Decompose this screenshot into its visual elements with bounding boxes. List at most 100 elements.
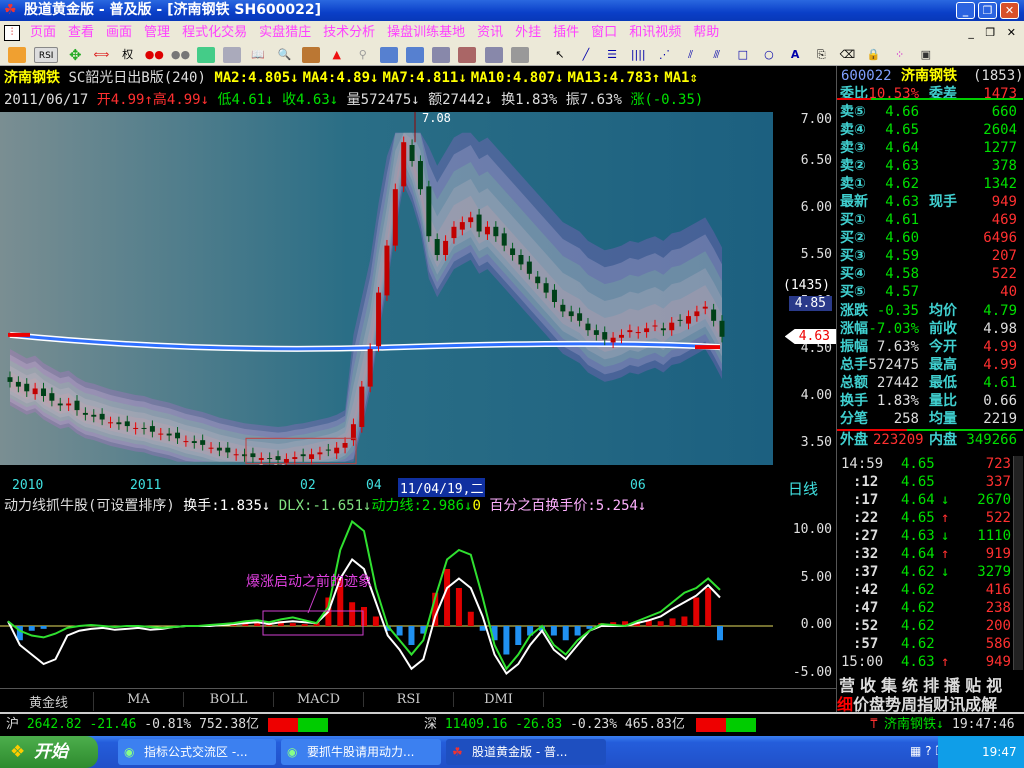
menu-item[interactable]: 插件 [547, 21, 585, 44]
indicator-tab[interactable]: BOLL [184, 692, 274, 707]
menu-item[interactable]: 帮助 [687, 21, 725, 44]
task-gudao[interactable]: ☘ 股道黄金版 - 普... [446, 739, 606, 765]
histogram-bar [669, 618, 676, 626]
indicator-chart[interactable]: 爆涨启动之前的迹象 [0, 518, 773, 688]
tick-scrollbar[interactable] [1013, 456, 1023, 670]
window1-icon[interactable] [432, 47, 451, 63]
outer-volume: 223209 [873, 432, 924, 448]
open-icon[interactable] [8, 47, 26, 63]
price-chart[interactable]: 7.083.28 [0, 106, 773, 477]
channel-tool-icon[interactable]: ⫻ [708, 47, 726, 63]
histogram-bar [503, 626, 510, 655]
tick-volume: 238 [985, 600, 1011, 616]
sh-breadth-bar [268, 718, 328, 732]
tick-price: 4.62 [901, 582, 935, 598]
lion-icon[interactable] [301, 47, 320, 63]
period-label: 日线 [788, 480, 819, 498]
row-value: 4.63 [885, 194, 919, 210]
move-icon[interactable]: ✥ [66, 47, 84, 63]
mdi-controls[interactable]: _ ❐ ✕ [968, 21, 1020, 44]
indicator-tab[interactable]: MACD [274, 692, 364, 707]
tick-time: 14:59 [841, 456, 884, 472]
indicator-tab[interactable]: MA [94, 692, 184, 707]
candle-body [309, 454, 315, 459]
ellipse-tool-icon[interactable]: ○ [760, 47, 778, 63]
candle-body [32, 388, 38, 395]
book-icon[interactable]: 📖 [249, 47, 267, 63]
tick-row: :22 4.65 ↑ 522 [837, 510, 1023, 526]
stat-row: 涨幅 -7.03% 前收 4.98 [837, 321, 1023, 337]
menu-item[interactable]: 画面 [100, 21, 138, 44]
app-menu-icon[interactable]: ⫶ [4, 24, 20, 41]
task-formula-forum[interactable]: ◉ 指标公式交流区 -... [118, 739, 276, 765]
candle-body [510, 248, 516, 255]
menu-item[interactable]: 程式化交易 [176, 21, 253, 44]
window3-icon[interactable] [484, 47, 503, 63]
plug-icon[interactable]: ⚲ [354, 47, 372, 63]
vlines-tool-icon[interactable]: |||| [629, 47, 647, 63]
tick-volume: 337 [985, 474, 1011, 490]
save-icon[interactable]: ▣ [917, 47, 935, 63]
histogram-bar [289, 623, 296, 626]
tick-time: :32 [853, 546, 879, 562]
rsi-button[interactable]: RSI [34, 47, 59, 63]
menu-item[interactable]: 窗口 [585, 21, 623, 44]
lock-icon[interactable]: 🔒 [865, 47, 883, 63]
copy-icon[interactable] [223, 47, 242, 63]
menu-item[interactable]: 管理 [138, 21, 176, 44]
search-icon[interactable]: 🔍 [275, 47, 293, 63]
candle-body [618, 334, 624, 338]
row-value2: 40 [1000, 284, 1017, 300]
window2-icon[interactable] [458, 47, 477, 63]
menu-item[interactable]: 实盘猎庄 [253, 21, 317, 44]
grey-dots-icon[interactable]: ●● [171, 47, 190, 63]
candle-body [183, 441, 189, 443]
maximize-button[interactable]: ❐ [978, 2, 997, 19]
menu-item[interactable]: 操盘训练基地 [381, 21, 471, 44]
line-tool-icon[interactable]: ╱ [577, 47, 595, 63]
tick-price: 4.64 [901, 492, 935, 508]
histogram-bar [455, 588, 462, 626]
candle-body [434, 239, 440, 255]
layout-cols-icon[interactable] [406, 47, 425, 63]
menu-item[interactable]: 查看 [62, 21, 100, 44]
start-button[interactable]: ❖ 开始 [0, 736, 98, 768]
tick-arrow: ↓ [941, 492, 950, 508]
rights-button[interactable]: 权 [119, 47, 137, 63]
red-dots-icon[interactable]: ●● [145, 47, 164, 63]
alarm-icon[interactable]: ▲ [328, 47, 346, 63]
eraser-icon[interactable]: ⌫ [838, 47, 856, 63]
copy-format-icon[interactable]: ⎘ [812, 47, 830, 63]
row-value2: 2219 [983, 411, 1017, 427]
fan-tool-icon[interactable]: ⋰ [655, 47, 673, 63]
minimize-button[interactable]: _ [956, 2, 975, 19]
menu-item[interactable]: 外挂 [509, 21, 547, 44]
row-label: 卖④ [840, 122, 866, 138]
menu-item[interactable]: 技术分析 [317, 21, 381, 44]
menu-item[interactable]: 资讯 [471, 21, 509, 44]
indicator-tab[interactable]: 黄金线 [4, 692, 94, 711]
indicator-tab[interactable]: RSI [364, 692, 454, 707]
indicator-tab[interactable]: DMI [454, 692, 544, 707]
row-label: 涨幅 [840, 321, 868, 337]
row-value2: 349266 [966, 432, 1017, 448]
price-tick: 3.50 [800, 435, 832, 450]
sell-level-row: 卖④ 4.65 2604 [837, 122, 1023, 138]
stock-alert[interactable]: 济南钢铁↓ [884, 714, 944, 736]
menu-item[interactable]: 页面 [24, 21, 62, 44]
color-palette-icon[interactable]: ⁘ [891, 47, 909, 63]
pointer-icon[interactable]: ↖ [551, 47, 569, 63]
rect-tool-icon[interactable]: □ [734, 47, 752, 63]
layout-rows-icon[interactable] [379, 47, 398, 63]
fib-tool-icon[interactable]: ☰ [603, 47, 621, 63]
gann-tool-icon[interactable]: ⫽ [682, 47, 700, 63]
close-button[interactable]: ✕ [1000, 2, 1019, 19]
data-icon[interactable] [196, 47, 215, 63]
task-power-line[interactable]: ◉ 要抓牛股请用动力... [281, 739, 441, 765]
menu-item[interactable]: 和讯视频 [623, 21, 687, 44]
tick-arrow: ↑ [941, 654, 950, 670]
horizontal-arrow-icon[interactable]: ⟺ [92, 47, 110, 63]
window-title: 股道黄金版 - 普及版 - [济南钢铁 SH600022] [24, 2, 322, 18]
window4-icon[interactable] [510, 47, 529, 63]
text-tool-icon[interactable]: A [786, 47, 804, 63]
